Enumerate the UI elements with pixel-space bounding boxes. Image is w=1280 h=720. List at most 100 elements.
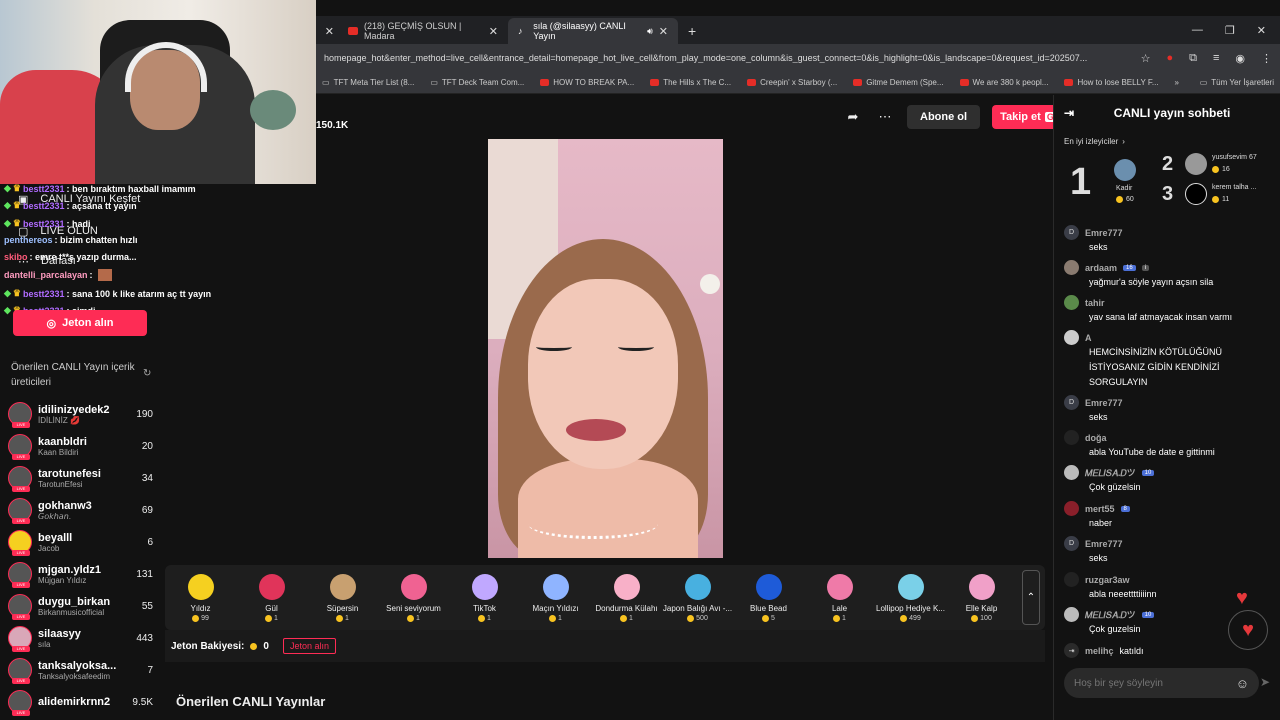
overlay-chat-line: dantelli_parcalayan: [4,269,314,281]
creator-item[interactable]: LIVE idilinizyedek2 İDİLİNİZ 💋 190 [8,398,153,430]
star-icon[interactable]: ☆ [1141,52,1151,65]
get-coins-small-button[interactable]: Jeton alın [282,638,336,654]
coin-icon [478,614,486,622]
tab-tiktok[interactable]: ♪ sıla (@silaasyy) CANLI Yayın 🔊︎ ✕ [508,18,678,44]
tab-youtube[interactable]: (218) GEÇMİŞ OLSUN | Madara ✕ [338,18,508,44]
creator-item[interactable]: LIVE kaanbldri Kaan Bildiri 20 [8,430,153,462]
extension-red-icon[interactable]: ● [1166,52,1173,65]
creator-item[interactable]: LIVE duygu_birkan Birkanmusicofficial 55 [8,590,153,622]
avatar[interactable]: D [1064,395,1079,410]
coin-icon [549,614,557,622]
gift-item[interactable]: Seni seviyorum 1 [378,573,449,622]
gift-item[interactable]: Süpersin 1 [307,573,378,622]
send-icon[interactable]: ➤ [1260,675,1270,689]
bookmark-item[interactable]: The Hills x The C... [650,78,731,87]
youtube-icon [650,79,660,86]
restore-icon[interactable]: ❐ [1225,24,1235,37]
tiktok-gift-icon [471,573,498,600]
gift-item[interactable]: Japon Balığı Avı -... 500 [662,573,733,622]
diamond-icon: ◆ [4,305,11,315]
creator-item[interactable]: LIVE alidemirkrnn2 9.5K [8,686,153,718]
chat-message: doğa abla YouTube de date e gittinmi [1064,430,1269,460]
avatar[interactable] [1064,295,1079,310]
avatar[interactable] [1185,153,1207,175]
close-icon[interactable]: ✕ [325,25,334,38]
creator-item[interactable]: LIVE silaasyy sıla 443 [8,622,153,654]
collapse-icon[interactable]: ⇥ [1064,106,1074,120]
top-viewers-label[interactable]: En iyi izleyiciler › [1054,131,1280,151]
avatar[interactable] [1064,430,1079,445]
refresh-icon[interactable]: ↻ [143,368,151,379]
like-heart-button[interactable]: ♥ [1228,610,1268,650]
gift-item[interactable]: TikTok 1 [449,573,520,622]
minimize-icon[interactable]: — [1192,24,1203,36]
chat-input-box[interactable]: ☺ [1064,668,1259,698]
crown-icon: ♛ [12,183,21,193]
stream-actions: ➦ ⋯ Abone ol Takip et G [843,105,1064,129]
gift-item[interactable]: Maçın Yıldızı 1 [520,573,591,622]
more-options-icon[interactable]: ⋯ [875,105,895,129]
all-bookmarks[interactable]: ▭ Tüm Yer İşaretleri [1200,78,1274,87]
live-video[interactable] [488,139,723,558]
avatar[interactable] [1064,501,1079,516]
toolbar-icons: ☆ ● ⧉ ≡ ◉ ⋮ [1141,52,1272,65]
close-icon[interactable]: ✕ [489,25,498,38]
creator-item[interactable]: LIVE mjgan.yldz1 Müjgan Yıldız 131 [8,558,153,590]
profile-icon[interactable]: ◉ [1235,52,1245,65]
creator-item[interactable]: LIVE tanksalyoksa... Tanksalyoksafeedim 7 [8,654,153,686]
share-icon[interactable]: ➦ [843,105,863,129]
bookmarks-more[interactable]: » [1175,78,1179,87]
avatar[interactable] [1064,465,1079,480]
gift-expand-button[interactable]: ⌃ [1022,570,1040,625]
subscribe-button[interactable]: Abone ol [907,105,981,129]
bookmark-item[interactable]: Creepin' x Starboy (... [747,78,837,87]
bookmark-item[interactable]: Gitme Demem (Spe... [853,78,944,87]
avatar[interactable] [1185,183,1207,205]
creator-item[interactable]: LIVE tarotunefesi TarotunEfesi 34 [8,462,153,494]
menu-icon[interactable]: ⋮ [1261,52,1272,65]
gift-item[interactable]: Lale 1 [804,573,875,622]
youtube-icon [540,79,550,86]
tab-title: sıla (@silaasyy) CANLI Yayın [533,21,626,41]
chat-message: D Emre777 seks [1064,536,1269,566]
avatar[interactable] [1064,572,1079,587]
avatar[interactable] [1114,159,1136,181]
avatar[interactable]: D [1064,536,1079,551]
coin-icon [1212,196,1219,203]
bookmark-item[interactable]: HOW TO BREAK PA... [540,78,634,87]
avatar[interactable] [1064,260,1079,275]
new-tab-button[interactable]: + [678,18,706,44]
gift-item[interactable]: Gül 1 [236,573,307,622]
close-icon[interactable]: ✕ [659,25,668,38]
avatar[interactable] [1064,607,1079,622]
close-window-icon[interactable]: ✕ [1257,24,1266,37]
emoji-icon[interactable]: ☺ [1236,676,1249,691]
coin-icon [971,614,979,622]
diamond-icon: ◆ [4,200,11,210]
avatar[interactable]: D [1064,225,1079,240]
gift-item[interactable]: Blue Bead 5 [733,573,804,622]
creator-item[interactable]: LIVE gokhanw3 𝘎𝘰𝘬𝘩𝘢𝘯. 69 [8,494,153,526]
coin-icon [336,614,344,622]
lollipop-gift-icon [897,573,924,600]
creator-item[interactable]: LIVE beyalll Jacob 6 [8,526,153,558]
bookmark-item[interactable]: We are 380 k peopl... [959,78,1048,87]
gift-item[interactable]: Elle Kalp 100 [946,573,1017,622]
url-text[interactable]: homepage_hot&enter_method=live_cell&entr… [324,53,1131,63]
gift-item[interactable]: Yıldız 99 [165,573,236,622]
crown-icon: ♛ [12,200,21,210]
window-controls: — ❐ ✕ [1178,16,1280,44]
gift-item[interactable]: Dondurma Külahı 1 [591,573,662,622]
media-icon[interactable]: ≡ [1213,52,1219,65]
bookmark-item[interactable]: ▭ TFT Deck Team Com... [430,78,524,87]
bookmark-item[interactable]: How to lose BELLY F... [1064,78,1159,87]
address-bar[interactable]: homepage_hot&enter_method=live_cell&entr… [316,44,1280,72]
speaker-icon[interactable]: 🔊︎ [647,26,653,37]
get-coins-button[interactable]: ◎ Jeton alın [13,310,147,336]
bookmark-item[interactable]: ▭ TFT Meta Tier List (8... [322,78,414,87]
tab-prev-close[interactable]: ✕ [316,18,338,44]
chat-input[interactable] [1074,677,1236,689]
extensions-icon[interactable]: ⧉ [1189,52,1197,65]
avatar[interactable] [1064,330,1079,345]
gift-item[interactable]: Lollipop Hediye K... 499 [875,573,946,622]
